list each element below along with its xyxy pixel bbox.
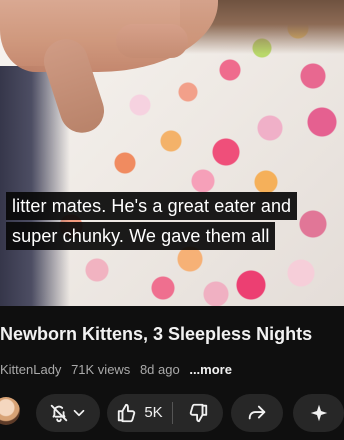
video-title[interactable]: Newborn Kittens, 3 Sleepless Nights (0, 322, 344, 346)
view-count: 71K views (71, 362, 131, 377)
subscription-bell-button[interactable] (36, 394, 100, 432)
like-dislike-group: 5K (107, 394, 223, 432)
chevron-down-icon (73, 409, 85, 417)
upload-age: 8d ago (139, 362, 180, 377)
bell-slash-icon (50, 404, 68, 423)
sparkle-icon (310, 404, 327, 422)
thumbs-down-icon (189, 403, 207, 423)
finger-image (116, 24, 188, 58)
video-player[interactable]: litter mates. He's a great eater and sup… (0, 0, 344, 306)
like-count: 5K (144, 404, 163, 421)
video-metadata[interactable]: KittenLady 71K views 8d ago ...more (0, 361, 344, 379)
dislike-button[interactable] (173, 394, 223, 432)
video-actions: 5K (0, 392, 344, 436)
share-icon (248, 405, 266, 420)
more-link[interactable]: ...more (189, 362, 232, 377)
channel-name[interactable]: KittenLady (0, 362, 61, 377)
share-button[interactable] (231, 394, 283, 432)
avatar[interactable] (0, 397, 20, 425)
remix-button[interactable] (293, 394, 344, 432)
like-button[interactable]: 5K (108, 394, 172, 432)
thumbs-up-icon (118, 403, 136, 423)
